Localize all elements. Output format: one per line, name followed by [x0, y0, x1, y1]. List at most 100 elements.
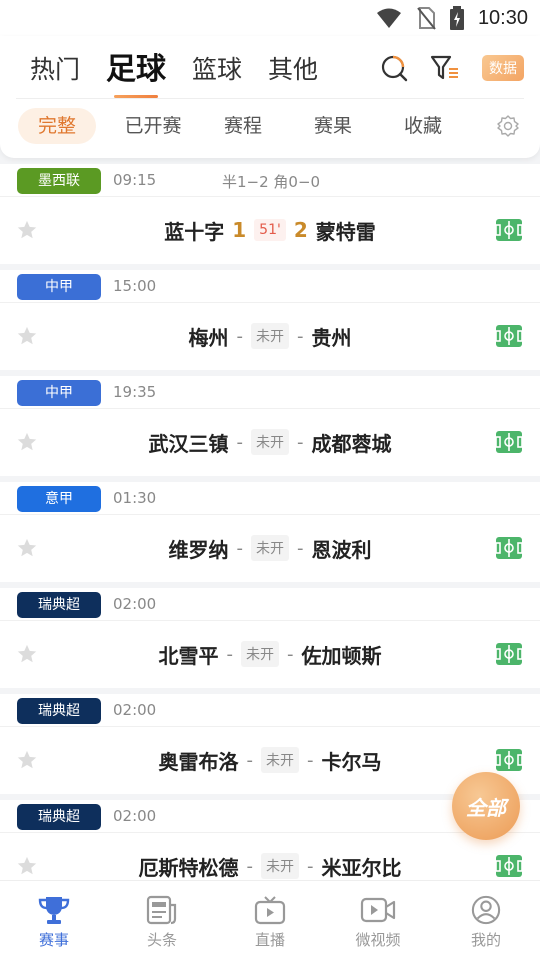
tab-basketball[interactable]: 篮球 — [192, 50, 242, 90]
bottom-nav: 赛事 头条 直播 微视频 我的 — [0, 880, 540, 960]
away-score: 2 — [293, 218, 308, 242]
trophy-icon — [38, 897, 70, 924]
score-dash: - — [297, 537, 304, 559]
match-info: 意甲 01:30 — [0, 482, 540, 515]
home-team: 维罗纳 — [168, 537, 229, 562]
away-team: 恩波利 — [311, 537, 372, 562]
score-dash: - — [246, 855, 254, 877]
match-card[interactable]: 中甲 19:35 武汉三镇 - 未开 - 成都蓉城 — [0, 376, 540, 476]
match-time: 15:00 — [113, 277, 157, 295]
nav-label: 赛事 — [38, 931, 69, 949]
score-dash: - — [297, 325, 304, 347]
filter-icon[interactable] — [430, 54, 460, 82]
match-card[interactable]: 瑞典超 02:00 奥雷布洛 - 未开 - 卡尔马 — [0, 694, 540, 794]
home-team: 蓝十字 — [164, 219, 225, 244]
away-team: 贵州 — [311, 325, 352, 350]
news-icon — [146, 895, 177, 925]
tab-other[interactable]: 其他 — [268, 50, 318, 90]
match-row: 蓝十字 1 51' 2 蒙特雷 — [0, 197, 540, 263]
match-time: 02:00 — [113, 807, 157, 825]
status-bar: 10:30 — [0, 0, 540, 36]
pitch-icon[interactable] — [496, 431, 522, 453]
home-team: 梅州 — [188, 325, 229, 350]
home-team: 北雪平 — [158, 643, 219, 668]
match-time: 02:00 — [113, 701, 157, 719]
pitch-icon[interactable] — [496, 537, 522, 559]
home-score: 1 — [232, 218, 247, 242]
score-dash: - — [307, 749, 314, 771]
tab-hot[interactable]: 热门 — [30, 50, 80, 90]
status-time: 10:30 — [477, 6, 528, 29]
header-tools: 数据 — [380, 54, 524, 82]
match-info: 中甲 15:00 — [0, 270, 540, 303]
score-dash: - — [246, 749, 254, 771]
match-time: 02:00 — [113, 595, 157, 613]
sub-tabs: 完整 已开赛 赛程 赛果 收藏 — [18, 108, 528, 144]
match-info: 中甲 19:35 — [0, 376, 540, 409]
nav-label: 微视频 — [355, 931, 401, 949]
subtab-full[interactable]: 完整 — [18, 108, 96, 144]
nav-news[interactable]: 头条 — [108, 881, 216, 960]
header: 热门 足球 篮球 其他 数据 完整 已开赛 赛程 赛果 收藏 — [0, 36, 540, 158]
sport-tabs: 热门 足球 篮球 其他 — [30, 50, 344, 98]
teams: 蓝十字 1 51' 2 蒙特雷 — [0, 197, 540, 263]
match-status: 未开 — [251, 535, 289, 561]
match-status: 未开 — [261, 747, 299, 773]
nav-label: 我的 — [470, 931, 501, 949]
match-status: 51' — [254, 219, 286, 241]
tab-football[interactable]: 足球 — [106, 50, 166, 98]
pitch-icon[interactable] — [496, 325, 522, 347]
match-note: 半1−2 角0−0 — [222, 173, 321, 191]
settings-button[interactable] — [488, 108, 528, 144]
home-team: 奥雷布洛 — [158, 749, 239, 774]
match-row: 北雪平 - 未开 - 佐加顿斯 — [0, 621, 540, 687]
match-time: 01:30 — [113, 489, 157, 507]
search-icon[interactable] — [380, 54, 408, 82]
data-button[interactable]: 数据 — [482, 55, 524, 81]
nav-label: 头条 — [146, 931, 177, 949]
nav-live[interactable]: 直播 — [216, 881, 324, 960]
home-team: 武汉三镇 — [148, 431, 229, 456]
nav-events[interactable]: 赛事 — [0, 881, 108, 960]
teams: 北雪平 - 未开 - 佐加顿斯 — [0, 621, 540, 687]
tv-icon — [254, 896, 286, 925]
match-info: 墨西联 09:15 半1−2 角0−0 — [0, 164, 540, 197]
pitch-icon[interactable] — [496, 643, 522, 665]
subtab-started[interactable]: 已开赛 — [108, 108, 198, 144]
league-tag: 意甲 — [17, 486, 101, 512]
match-card[interactable]: 瑞典超 02:00 北雪平 - 未开 - 佐加顿斯 — [0, 588, 540, 688]
subtab-results[interactable]: 赛果 — [288, 108, 378, 144]
away-team: 米亚尔比 — [321, 855, 402, 880]
nav-label: 直播 — [254, 931, 285, 949]
pitch-icon[interactable] — [496, 749, 522, 771]
league-tag: 瑞典超 — [17, 592, 101, 618]
match-card[interactable]: 中甲 15:00 梅州 - 未开 - 贵州 — [0, 270, 540, 370]
score-dash: - — [236, 325, 244, 347]
score-dash: - — [297, 431, 304, 453]
gear-icon — [497, 115, 519, 137]
teams: 梅州 - 未开 - 贵州 — [0, 303, 540, 369]
score-dash: - — [236, 537, 244, 559]
pitch-icon[interactable] — [496, 855, 522, 877]
subtab-schedule[interactable]: 赛程 — [198, 108, 288, 144]
match-status: 未开 — [261, 853, 299, 879]
league-tag: 墨西联 — [17, 168, 101, 194]
match-status: 未开 — [251, 429, 289, 455]
match-card[interactable]: 墨西联 09:15 半1−2 角0−0 蓝十字 1 51' 2 蒙特雷 — [0, 164, 540, 264]
nav-profile[interactable]: 我的 — [432, 881, 540, 960]
league-tag: 中甲 — [17, 380, 101, 406]
subtab-favorites[interactable]: 收藏 — [378, 108, 468, 144]
match-row: 维罗纳 - 未开 - 恩波利 — [0, 515, 540, 581]
score-dash: - — [236, 431, 244, 453]
pitch-icon[interactable] — [496, 219, 522, 241]
match-info: 瑞典超 02:00 — [0, 694, 540, 727]
score-dash: - — [307, 855, 314, 877]
match-card[interactable]: 意甲 01:30 维罗纳 - 未开 - 恩波利 — [0, 482, 540, 582]
nav-video[interactable]: 微视频 — [324, 881, 432, 960]
match-row: 梅州 - 未开 - 贵州 — [0, 303, 540, 369]
all-button[interactable]: 全部 — [452, 772, 520, 840]
away-team: 蒙特雷 — [315, 219, 376, 244]
away-team: 卡尔马 — [321, 749, 382, 774]
home-team: 厄斯特松德 — [138, 855, 239, 880]
league-tag: 中甲 — [17, 274, 101, 300]
